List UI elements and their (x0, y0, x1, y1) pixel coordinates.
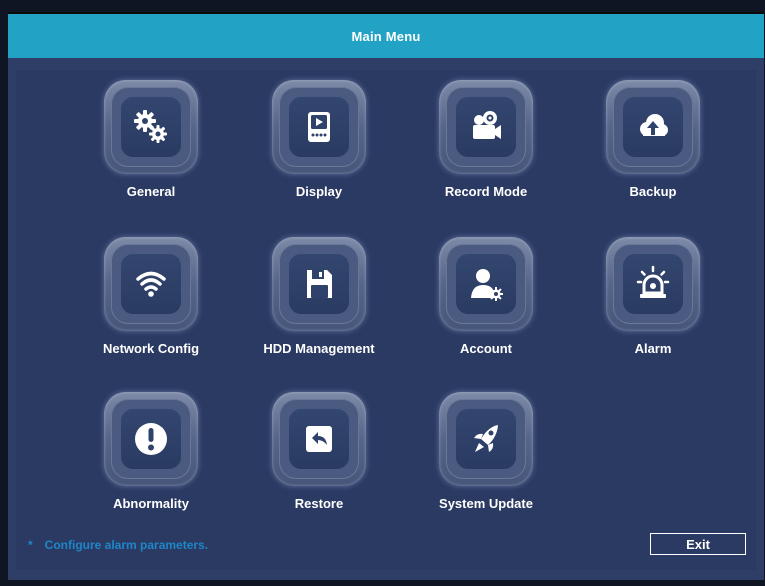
rocket-icon (464, 417, 508, 461)
menu-item-label: Abnormality (113, 496, 189, 511)
menu-item-restore[interactable]: Restore (239, 392, 399, 522)
menu-item-backup[interactable]: Backup (573, 80, 733, 210)
menu-item-account[interactable]: Account (406, 237, 566, 367)
menu-item-system-update[interactable]: System Update (406, 392, 566, 522)
hint-message: Configure alarm parameters. (44, 538, 209, 552)
menu-item-label: HDD Management (263, 341, 375, 356)
user-gear-icon (464, 262, 508, 306)
menu-item-network-config[interactable]: Network Config (71, 237, 231, 367)
menu-item-hdd-management[interactable]: HDD Management (239, 237, 399, 367)
menu-item-alarm[interactable]: Alarm (573, 237, 733, 367)
menu-grid: General Display Record Mode Backup Netwo… (16, 70, 756, 570)
menu-item-label: Restore (294, 496, 344, 511)
menu-item-label: Alarm (634, 341, 672, 356)
cloud-upload-icon (631, 105, 675, 149)
menu-item-record-mode[interactable]: Record Mode (406, 80, 566, 210)
menu-item-general[interactable]: General (71, 80, 231, 210)
menu-item-abnormality[interactable]: Abnormality (71, 392, 231, 522)
exit-button[interactable]: Exit (650, 533, 746, 555)
restore-arrow-icon (297, 417, 341, 461)
menu-item-label: Account (460, 341, 512, 356)
main-menu-window: Main Menu General Display Record Mode Ba… (8, 12, 764, 580)
menu-item-label: Network Config (102, 341, 200, 356)
wifi-icon (129, 262, 173, 306)
menu-item-label: Display (295, 184, 343, 199)
window-title: Main Menu (8, 12, 764, 58)
menu-item-label: Record Mode (444, 184, 528, 199)
alarm-light-icon (631, 262, 675, 306)
menu-item-label: System Update (439, 496, 533, 511)
floppy-icon (297, 262, 341, 306)
menu-item-label: Backup (629, 184, 677, 199)
gears-icon (129, 105, 173, 149)
hint-marker: * (28, 538, 33, 552)
hint-text: * Configure alarm parameters. (28, 538, 208, 552)
display-icon (297, 105, 341, 149)
exclamation-icon (129, 417, 173, 461)
camera-icon (464, 105, 508, 149)
menu-item-label: General (126, 184, 176, 199)
menu-item-display[interactable]: Display (239, 80, 399, 210)
